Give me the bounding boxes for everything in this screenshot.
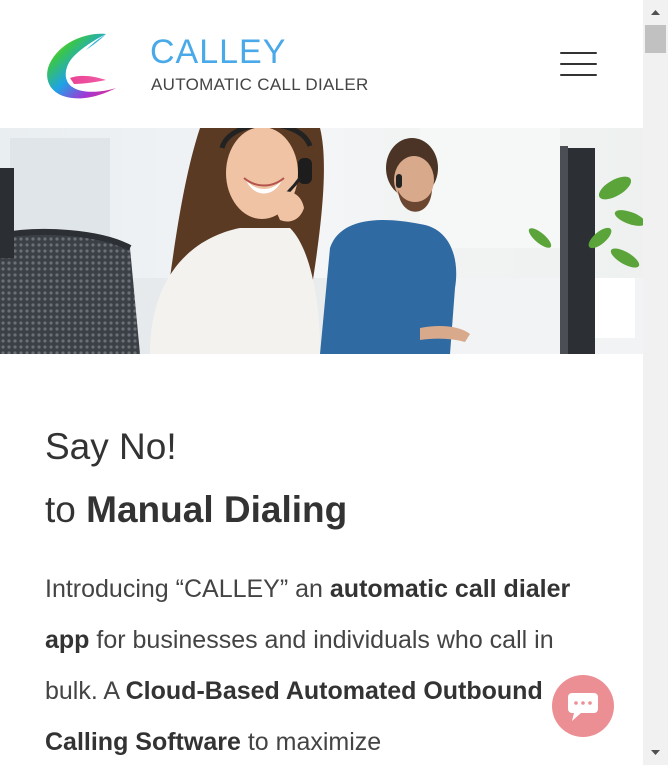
calley-logo-icon[interactable] [44,30,120,102]
headline-prefix: to [45,489,87,530]
scrollbar-thumb[interactable] [645,25,666,53]
headline-line-1: Say No! [45,426,177,467]
vertical-scrollbar[interactable] [643,0,668,765]
scroll-up-arrow-icon[interactable] [643,0,668,24]
scroll-down-arrow-icon[interactable] [643,741,668,765]
site-header: CALLEY AUTOMATIC CALL DIALER [0,0,643,128]
headline-bold: Manual Dialing [86,489,348,530]
chat-bubble-icon [568,693,598,721]
chat-widget-button[interactable] [552,675,614,737]
intro-paragraph: Introducing “CALLEY” an automatic call d… [45,564,605,765]
brand-tagline: AUTOMATIC CALL DIALER [151,75,369,94]
page-viewport: CALLEY AUTOMATIC CALL DIALER Say No! to … [0,0,643,765]
call-center-photo [0,128,643,354]
hero-image [0,128,643,354]
headline-line-2: to Manual Dialing [45,487,347,533]
brand-name[interactable]: CALLEY [150,32,286,72]
hamburger-menu-icon[interactable] [560,50,598,80]
intro-text: Introducing “CALLEY” an [45,575,330,603]
intro-text: to maximize [240,728,382,756]
